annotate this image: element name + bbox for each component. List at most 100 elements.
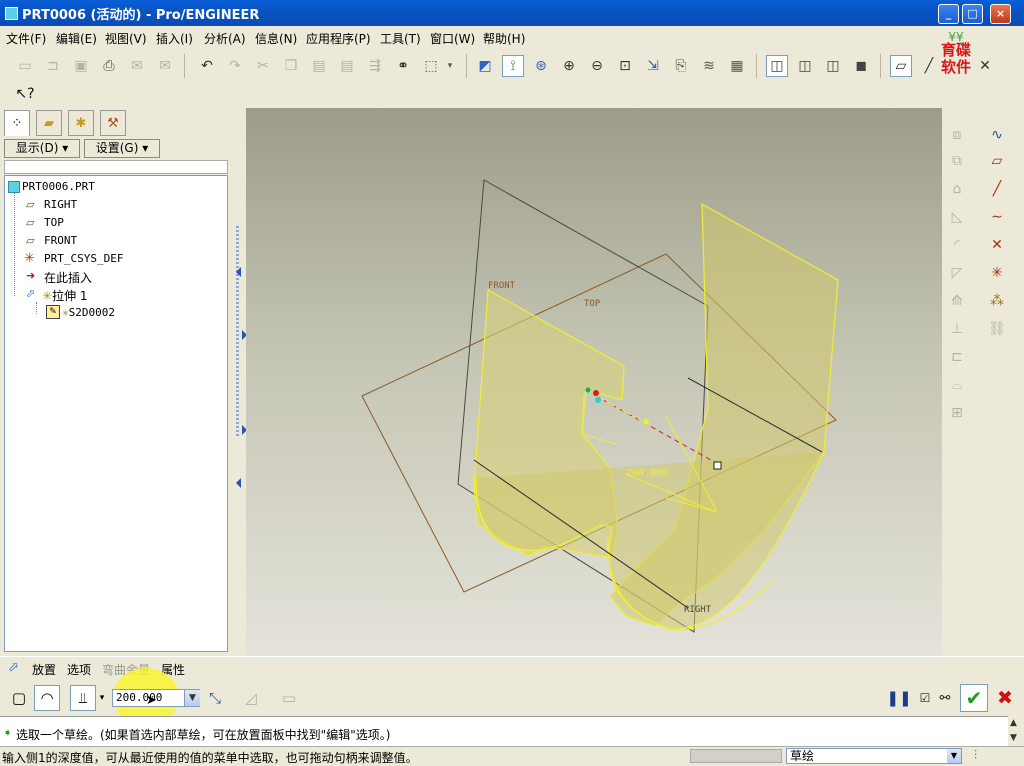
message-scrollbar[interactable]: ▲ ▼ xyxy=(1008,716,1024,746)
open-folder-icon[interactable]: ⊐ xyxy=(42,55,64,77)
datum-plane-tool-icon[interactable]: ▱ xyxy=(986,150,1008,172)
regenerate-icon[interactable]: ⇶ xyxy=(364,55,386,77)
tree-item-insert-here[interactable]: 在此插入 xyxy=(44,269,92,286)
refit-icon[interactable]: ⊡ xyxy=(614,55,636,77)
sketched-datum-curve-icon[interactable]: ∿ xyxy=(986,124,1008,146)
rib-tool-icon[interactable]: ⌂ xyxy=(946,178,968,200)
cancel-x-icon[interactable]: ✖ xyxy=(992,685,1018,711)
sweep-tool-icon[interactable]: ⊏ xyxy=(946,346,968,368)
context-help-icon[interactable]: ↖? xyxy=(14,83,36,105)
datum-axis-tool-icon[interactable]: ╱ xyxy=(986,178,1008,200)
menu-window[interactable]: 窗口(W) xyxy=(430,30,475,47)
repaint-icon[interactable]: ◩ xyxy=(474,55,496,77)
no-hidden-icon[interactable]: ◫ xyxy=(822,55,844,77)
tree-item-csys[interactable]: PRT_CSYS_DEF xyxy=(44,252,123,265)
selection-box-icon[interactable]: ⬚ xyxy=(420,55,442,77)
save-icon[interactable]: ▣ xyxy=(70,55,92,77)
send-mail-icon[interactable]: ✉ xyxy=(126,55,148,77)
datum-curve-tool-icon[interactable]: ∼ xyxy=(986,206,1008,228)
tab-folder-browser[interactable]: ▰ xyxy=(36,110,62,136)
orient-mode-icon[interactable]: ⊛ xyxy=(530,55,552,77)
redo-icon[interactable]: ↷ xyxy=(224,55,246,77)
selection-filter[interactable]: 草绘 ▼ xyxy=(786,748,962,764)
depth-dimension-label[interactable]: 200.000 xyxy=(626,468,668,479)
revolve-tool-icon[interactable]: ⊥ xyxy=(946,318,968,340)
shading-icon[interactable]: ◼ xyxy=(850,55,872,77)
menu-info[interactable]: 信息(N) xyxy=(255,30,297,47)
saved-views-icon[interactable]: ⎘ xyxy=(670,55,692,77)
menu-help[interactable]: 帮助(H) xyxy=(483,30,525,47)
extrude-tool-icon[interactable]: ⟰ xyxy=(946,290,968,312)
new-file-icon[interactable]: ▭ xyxy=(14,55,36,77)
tab-connections[interactable]: ⚒ xyxy=(100,110,126,136)
draft-tool-icon[interactable]: ◺ xyxy=(946,206,968,228)
layers-icon[interactable]: ≋ xyxy=(698,55,720,77)
hidden-line-icon[interactable]: ◫ xyxy=(794,55,816,77)
maximize-button[interactable]: □ xyxy=(962,4,983,24)
zoom-out-icon[interactable]: ⊖ xyxy=(586,55,608,77)
graphics-window[interactable]: FRONT TOP RIGHT 200.000 xyxy=(246,108,942,656)
menu-tools[interactable]: 工具(T) xyxy=(380,30,421,47)
cut-icon[interactable]: ✂ xyxy=(252,55,274,77)
menu-file[interactable]: 文件(F) xyxy=(6,30,46,47)
menu-view[interactable]: 视图(V) xyxy=(105,30,147,47)
menu-analysis[interactable]: 分析(A) xyxy=(204,30,246,47)
menu-applications[interactable]: 应用程序(P) xyxy=(306,30,371,47)
depth-value-dropdown[interactable]: ▼ xyxy=(184,690,200,706)
copy-icon[interactable]: ❐ xyxy=(280,55,302,77)
undo-icon[interactable]: ↶ xyxy=(196,55,218,77)
collapse-left-arrow-icon[interactable] xyxy=(236,478,241,488)
menu-insert[interactable]: 插入(I) xyxy=(156,30,193,47)
tab-placement[interactable]: 放置 xyxy=(32,661,56,678)
tab-model-tree[interactable]: ⁘ xyxy=(4,110,30,136)
send-attachment-icon[interactable]: ✉ xyxy=(154,55,176,77)
model-graphics[interactable]: FRONT TOP RIGHT 200.000 xyxy=(246,108,942,656)
find-icon[interactable]: ⚭ xyxy=(392,55,414,77)
minimize-button[interactable]: _ xyxy=(938,4,959,24)
menu-edit[interactable]: 编辑(E) xyxy=(56,30,97,47)
tree-item-extrude[interactable]: ✳拉伸 1 xyxy=(42,287,88,304)
tree-item-sketch[interactable]: ✳S2D0002 xyxy=(62,306,115,319)
tree-item-right[interactable]: RIGHT xyxy=(44,198,77,211)
preview-glasses-icon[interactable]: ⚯ xyxy=(932,685,958,711)
extrude-as-solid-icon[interactable]: ▢ xyxy=(6,685,32,711)
tree-item-part[interactable]: PRT0006.PRT xyxy=(22,180,95,193)
hole-tool-icon[interactable]: ⧈ xyxy=(946,124,968,146)
flip-direction-icon[interactable]: ⤡ xyxy=(202,685,228,711)
paste-icon[interactable]: ▤ xyxy=(308,55,330,77)
accept-checkmark-icon[interactable]: ✔ xyxy=(960,684,988,712)
shell-tool-icon[interactable]: ⧉ xyxy=(946,150,968,172)
tab-options[interactable]: 选项 xyxy=(67,661,91,678)
scroll-down-icon[interactable]: ▼ xyxy=(1010,733,1017,743)
selection-dropdown-icon[interactable]: ▾ xyxy=(444,55,456,77)
round-tool-icon[interactable]: ◜ xyxy=(946,234,968,256)
zoom-in-icon[interactable]: ⊕ xyxy=(558,55,580,77)
tab-favorites[interactable]: ✱ xyxy=(68,110,94,136)
splitter-grip[interactable] xyxy=(236,226,239,436)
filter-dropdown-icon[interactable]: ▼ xyxy=(947,749,961,763)
spin-center-icon[interactable]: ⟟ xyxy=(502,55,524,77)
depth-options-dropdown-icon[interactable]: ▾ xyxy=(96,685,108,711)
view-manager-icon[interactable]: ▦ xyxy=(726,55,748,77)
paste-special-icon[interactable]: ▤ xyxy=(336,55,358,77)
display-dropdown[interactable]: 显示(D) ▾ xyxy=(4,139,80,158)
collapse-left-arrow-icon[interactable] xyxy=(236,267,241,277)
pattern-tool-icon[interactable]: ⊞ xyxy=(946,402,968,424)
tree-item-top[interactable]: TOP xyxy=(44,216,64,229)
tree-item-front[interactable]: FRONT xyxy=(44,234,77,247)
chamfer-tool-icon[interactable]: ◸ xyxy=(946,262,968,284)
link-tool-icon[interactable]: ⛓ xyxy=(986,318,1008,340)
scroll-up-icon[interactable]: ▲ xyxy=(1010,718,1017,728)
datum-plane-display-icon[interactable]: ▱ xyxy=(890,55,912,77)
pause-icon[interactable]: ❚❚ xyxy=(886,685,912,711)
depth-blind-icon[interactable]: ⫫ xyxy=(70,685,96,711)
close-button[interactable]: × xyxy=(990,4,1011,24)
wireframe-icon[interactable]: ◫ xyxy=(766,55,788,77)
depth-drag-handle[interactable] xyxy=(713,461,722,470)
print-icon[interactable]: ⎙ xyxy=(98,55,120,77)
datum-point-tool-icon[interactable]: ✕ xyxy=(986,234,1008,256)
blend-tool-icon[interactable]: ⌓ xyxy=(946,374,968,396)
reorient-icon[interactable]: ⇲ xyxy=(642,55,664,77)
analysis-tool-icon[interactable]: ⁂ xyxy=(986,290,1008,312)
drag-handle-mid[interactable] xyxy=(643,419,649,425)
